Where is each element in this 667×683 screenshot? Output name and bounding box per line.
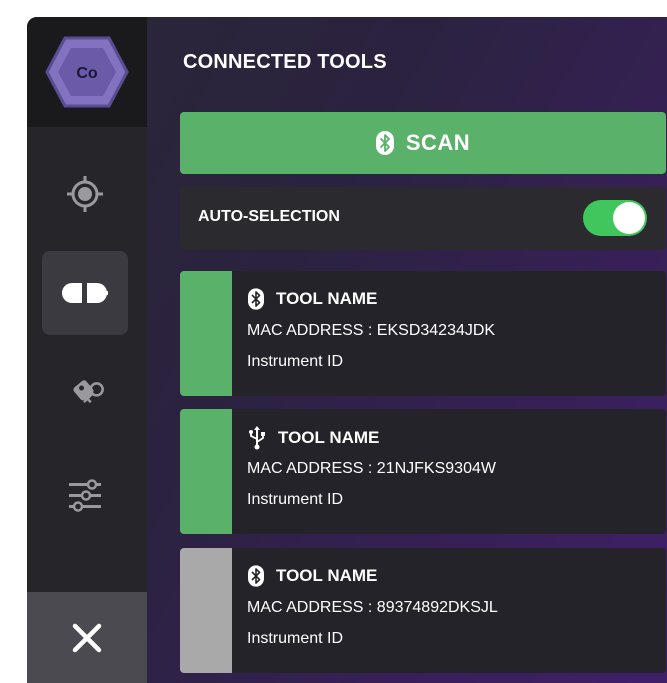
tool-mac-address: MAC ADDRESS : EKSD34234JDK xyxy=(247,322,496,339)
toggle-knob xyxy=(613,202,645,234)
sidebar-item-keys[interactable] xyxy=(42,347,128,431)
logo: Co xyxy=(27,17,147,127)
close-icon xyxy=(72,623,102,652)
plug-connector-icon xyxy=(62,283,108,303)
sliders-icon xyxy=(69,479,101,512)
tool-status-stripe xyxy=(180,409,232,534)
tool-name: TOOL NAME xyxy=(276,566,378,585)
main-panel: CONNECTED TOOLS SCAN AUTO-SELECTION TOOL… xyxy=(147,17,667,683)
crosshair-icon xyxy=(67,176,103,212)
app-window: Co CONNECTED TOOLS SCAN AUTO-SELECTION T… xyxy=(27,17,667,683)
tool-instrument-id: Instrument ID xyxy=(247,353,344,370)
tool-name: TOOL NAME xyxy=(278,428,380,447)
tool-instrument-id: Instrument ID xyxy=(247,491,344,508)
sidebar: Co xyxy=(27,17,147,683)
page-title: CONNECTED TOOLS xyxy=(183,51,387,73)
tool-card[interactable]: TOOL NAME MAC ADDRESS : EKSD34234JDK Ins… xyxy=(180,271,666,396)
sidebar-item-crosshair[interactable] xyxy=(42,152,128,236)
usb-icon xyxy=(249,426,265,450)
scan-button[interactable]: SCAN xyxy=(180,112,666,174)
tool-status-stripe xyxy=(180,548,232,673)
tool-card[interactable]: TOOL NAME MAC ADDRESS : 21NJFKS9304W Ins… xyxy=(180,409,666,534)
tool-name-row: TOOL NAME xyxy=(248,565,377,587)
logo-text: Co xyxy=(76,65,98,82)
auto-selection-toggle[interactable] xyxy=(583,200,647,236)
sidebar-item-connected-tools[interactable] xyxy=(42,251,128,335)
scan-label: SCAN xyxy=(405,130,471,155)
bluetooth-icon xyxy=(375,131,394,155)
tool-mac-address: MAC ADDRESS : 89374892DKSJL xyxy=(247,599,498,616)
auto-selection-label: AUTO-SELECTION xyxy=(198,208,340,225)
sidebar-item-settings[interactable] xyxy=(42,453,128,537)
tool-status-stripe xyxy=(180,271,232,396)
close-button[interactable] xyxy=(27,592,147,683)
bluetooth-icon xyxy=(248,565,264,587)
tool-name-row: TOOL NAME xyxy=(248,426,379,450)
tool-mac-address: MAC ADDRESS : 21NJFKS9304W xyxy=(247,460,496,477)
tool-name-row: TOOL NAME xyxy=(248,288,377,310)
tool-card[interactable]: TOOL NAME MAC ADDRESS : 89374892DKSJL In… xyxy=(180,548,666,673)
auto-selection-row: AUTO-SELECTION xyxy=(180,187,666,250)
tool-instrument-id: Instrument ID xyxy=(247,630,344,647)
key-icon xyxy=(73,380,104,404)
bluetooth-icon xyxy=(248,288,264,310)
tool-name: TOOL NAME xyxy=(276,289,378,308)
hexagon-logo-icon: Co xyxy=(45,36,129,108)
